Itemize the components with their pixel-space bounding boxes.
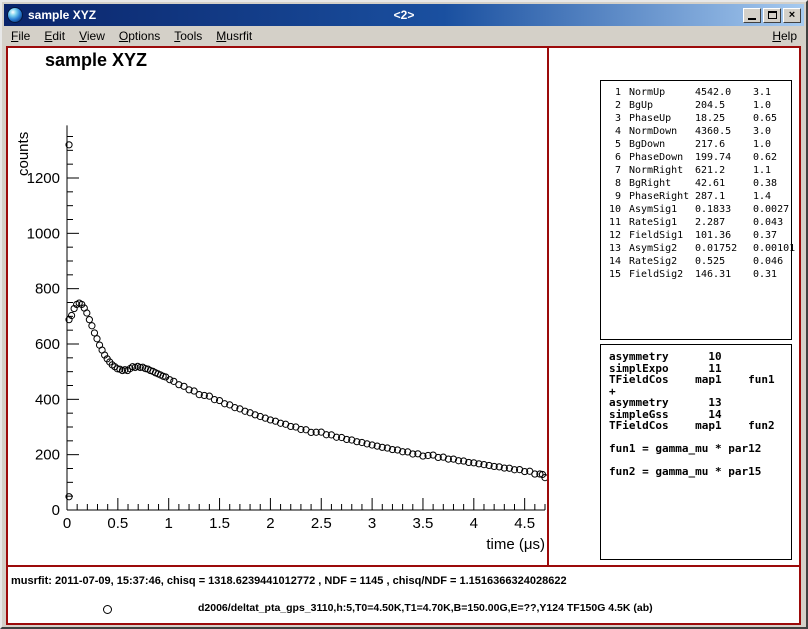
- fit-status-line: musrfit: 2011-07-09, 15:37:46, chisq = 1…: [11, 575, 567, 587]
- svg-text:4.5: 4.5: [514, 515, 535, 532]
- legend: d2006/deltat_pta_gps_3110,h:5,T0=4.50K,T…: [8, 599, 799, 621]
- root-canvas[interactable]: sample XYZ 00.511.522.533.544.5020040060…: [6, 46, 801, 625]
- svg-text:0.5: 0.5: [107, 515, 128, 532]
- svg-text:3: 3: [368, 515, 376, 532]
- param-row: 6PhaseDown199.740.62: [607, 151, 791, 164]
- menu-item-file[interactable]: File: [4, 27, 37, 45]
- svg-text:2: 2: [266, 515, 274, 532]
- param-row: 3PhaseUp18.250.65: [607, 112, 791, 125]
- window-subtitle: <2>: [4, 8, 804, 22]
- svg-text:800: 800: [35, 281, 60, 298]
- svg-text:0: 0: [63, 515, 71, 532]
- param-row: 15FieldSig2146.310.31: [607, 268, 791, 281]
- minimize-button[interactable]: [743, 8, 761, 23]
- svg-text:3.5: 3.5: [413, 515, 434, 532]
- svg-text:1000: 1000: [27, 225, 60, 242]
- menu-item-musrfit[interactable]: Musrfit: [209, 27, 259, 45]
- param-row: 13AsymSig20.017520.00101: [607, 242, 791, 255]
- close-button[interactable]: ×: [783, 8, 801, 23]
- svg-text:1.5: 1.5: [209, 515, 230, 532]
- param-row: 5BgDown217.61.0: [607, 138, 791, 151]
- root-main-window: <2> sample XYZ × FileEditViewOptionsTool…: [0, 0, 808, 629]
- svg-text:time (μs): time (μs): [486, 536, 545, 553]
- close-icon: ×: [789, 10, 795, 21]
- param-row: 9PhaseRight287.11.4: [607, 190, 791, 203]
- menu-right: Help: [765, 27, 804, 45]
- plot-area[interactable]: 00.511.522.533.544.502004006008001000120…: [8, 48, 547, 565]
- svg-text:counts: counts: [15, 132, 32, 176]
- param-row: 7NormRight621.21.1: [607, 164, 791, 177]
- menu-item-options[interactable]: Options: [112, 27, 167, 45]
- theory-box[interactable]: asymmetry 10 simplExpo 11 TFieldCos map1…: [600, 344, 792, 560]
- minimize-icon: [748, 18, 756, 20]
- param-row: 4NormDown4360.53.0: [607, 125, 791, 138]
- menu-item-help[interactable]: Help: [765, 27, 804, 45]
- svg-text:600: 600: [35, 336, 60, 353]
- svg-text:0: 0: [52, 502, 60, 519]
- param-row: 8BgRight42.610.38: [607, 177, 791, 190]
- legend-text: d2006/deltat_pta_gps_3110,h:5,T0=4.50K,T…: [198, 602, 653, 614]
- param-row: 10AsymSig10.18330.0027: [607, 203, 791, 216]
- window-controls: ×: [743, 8, 801, 23]
- param-row: 14RateSig20.5250.046: [607, 255, 791, 268]
- maximize-icon: [768, 11, 777, 19]
- theory-text: asymmetry 10 simplExpo 11 TFieldCos map1…: [609, 351, 791, 478]
- svg-text:4: 4: [470, 515, 478, 532]
- menu-item-tools[interactable]: Tools: [167, 27, 209, 45]
- pad-divider-horizontal: [8, 565, 799, 567]
- param-row: 12FieldSig1101.360.37: [607, 229, 791, 242]
- menu-items: FileEditViewOptionsToolsMusrfit: [4, 27, 259, 45]
- window-title: sample XYZ: [28, 8, 96, 22]
- pad-divider-vertical: [547, 48, 549, 565]
- param-row: 2BgUp204.51.0: [607, 99, 791, 112]
- fit-parameters-box[interactable]: 1NormUp4542.03.12BgUp204.51.03PhaseUp18.…: [600, 80, 792, 340]
- svg-text:2.5: 2.5: [311, 515, 332, 532]
- svg-text:200: 200: [35, 447, 60, 464]
- menu-item-view[interactable]: View: [72, 27, 112, 45]
- menu-bar: FileEditViewOptionsToolsMusrfit Help: [4, 26, 804, 46]
- param-row: 1NormUp4542.03.1: [607, 86, 791, 99]
- svg-text:1: 1: [165, 515, 173, 532]
- param-row: 11RateSig12.2870.043: [607, 216, 791, 229]
- legend-marker-icon: [103, 605, 112, 614]
- svg-text:400: 400: [35, 391, 60, 408]
- maximize-button[interactable]: [763, 8, 781, 23]
- menu-item-edit[interactable]: Edit: [37, 27, 72, 45]
- title-bar: <2> sample XYZ ×: [4, 4, 804, 26]
